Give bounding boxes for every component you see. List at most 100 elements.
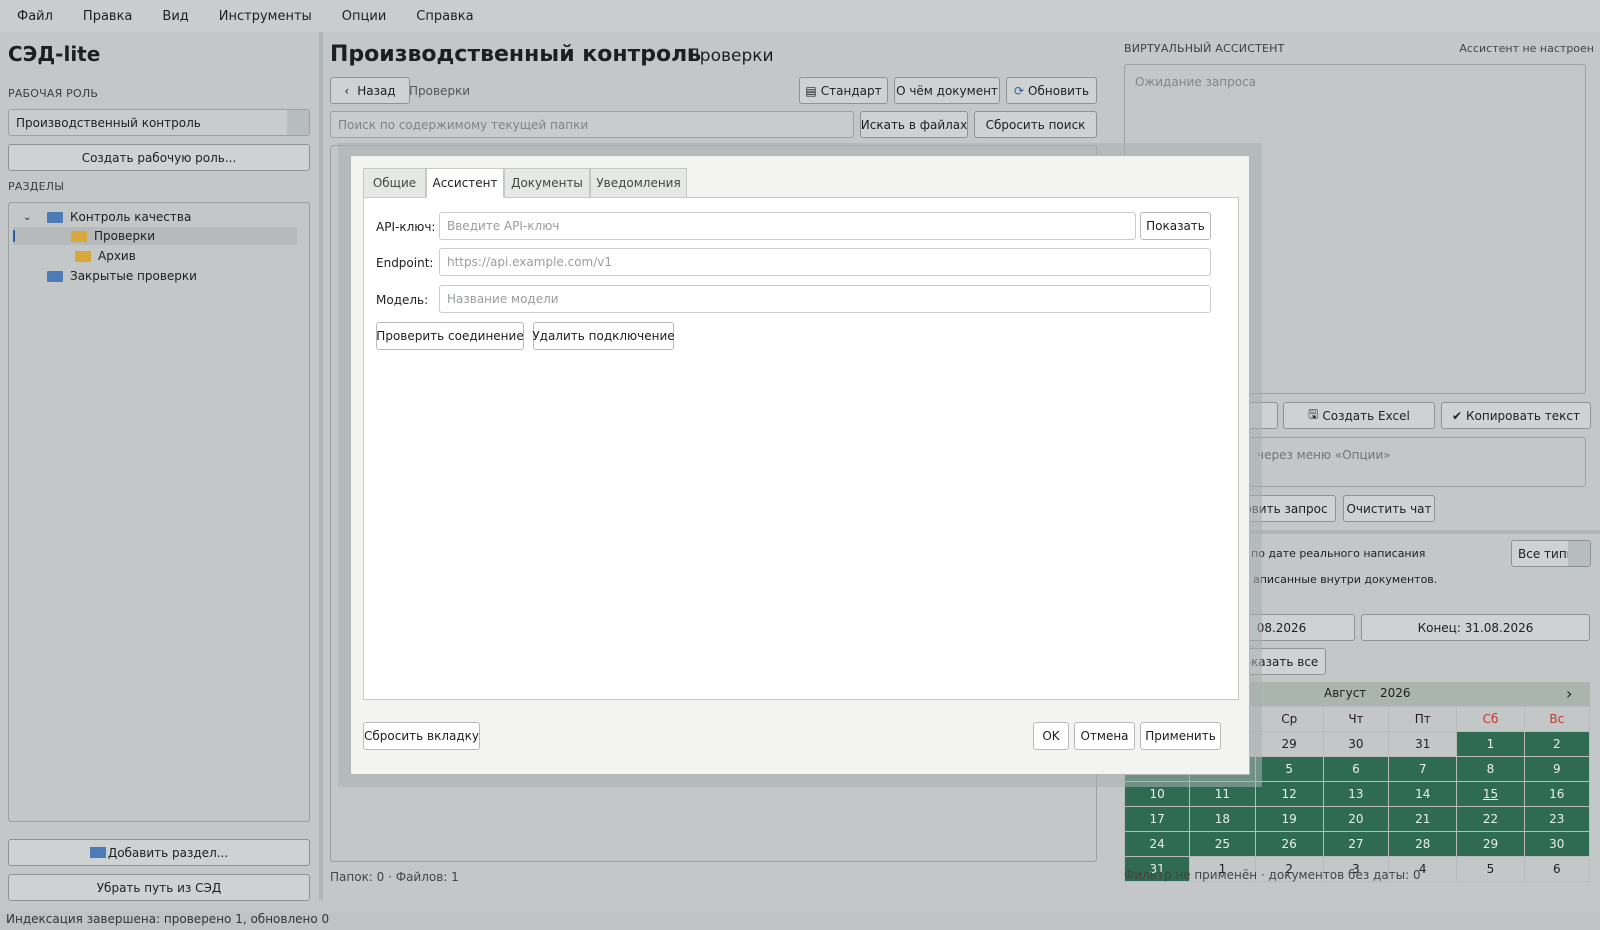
- page-subtitle: Проверки: [687, 46, 774, 66]
- export-button[interactable]: [1248, 402, 1278, 429]
- calendar-day[interactable]: 24: [1124, 831, 1191, 857]
- tree-item-quality[interactable]: ⌄ Контроль качества: [23, 208, 191, 226]
- menu-edit[interactable]: Правка: [74, 9, 141, 24]
- chevron-down-icon[interactable]: ⌄: [23, 212, 33, 223]
- calendar-day[interactable]: 30: [1523, 831, 1590, 857]
- save-icon: 🖫: [1308, 407, 1319, 421]
- endpoint-input[interactable]: https://api.example.com/v1: [439, 248, 1211, 276]
- tree-item-label: Проверки: [94, 229, 156, 243]
- model-input[interactable]: Название модели: [439, 285, 1211, 313]
- search-files-button[interactable]: Искать в файлах: [860, 111, 968, 138]
- clear-chat-button[interactable]: Очистить чат: [1343, 495, 1435, 522]
- end-date-field[interactable]: Конец: 31.08.2026: [1361, 614, 1590, 641]
- send-query-button[interactable]: овить запрос: [1236, 495, 1336, 522]
- all-types-select[interactable]: Все типы: [1511, 540, 1591, 567]
- calendar-day[interactable]: 26: [1254, 831, 1324, 857]
- api-key-label: API-ключ:: [376, 220, 436, 234]
- delete-connection-button[interactable]: Удалить подключение: [532, 322, 675, 350]
- tab-general[interactable]: Общие: [363, 168, 426, 198]
- check-connection-button[interactable]: Проверить соединение: [376, 322, 524, 350]
- settings-dialog: Общие Ассистент Документы Уведомления AP…: [350, 155, 1250, 775]
- apply-button[interactable]: Применить: [1140, 722, 1221, 750]
- calendar-day[interactable]: 23: [1523, 806, 1590, 832]
- selection-marker: [13, 230, 15, 242]
- menu-view[interactable]: Вид: [153, 9, 197, 24]
- sections-tree: ⌄ Контроль качества Проверки Архив Закры…: [8, 202, 310, 822]
- back-button[interactable]: ‹ Назад: [330, 77, 410, 104]
- calendar-day[interactable]: 7: [1388, 756, 1458, 782]
- folder-icon: [47, 211, 63, 223]
- calendar-day[interactable]: 12: [1254, 781, 1324, 807]
- calendar-day[interactable]: 30: [1322, 731, 1390, 757]
- chevron-right-icon[interactable]: ›: [1566, 684, 1572, 703]
- calendar-day[interactable]: 18: [1189, 806, 1256, 832]
- dropdown-arrow-icon: [287, 110, 309, 135]
- calendar-week: 17 18 19 20 21 22 23: [1124, 806, 1590, 832]
- calendar-day[interactable]: 8: [1456, 756, 1525, 782]
- refresh-button[interactable]: ⟳ Обновить: [1006, 77, 1097, 104]
- tab-assistant[interactable]: Ассистент: [426, 168, 504, 198]
- endpoint-label: Endpoint:: [376, 256, 434, 270]
- copy-text-button[interactable]: ✔ Копировать текст: [1441, 402, 1591, 429]
- calendar-day[interactable]: 1: [1456, 731, 1525, 757]
- calendar-day[interactable]: 19: [1254, 806, 1324, 832]
- ok-button[interactable]: OK: [1033, 722, 1069, 750]
- about-document-button[interactable]: О чём документ: [894, 77, 1000, 104]
- calendar-day[interactable]: 6: [1322, 756, 1390, 782]
- calendar-day[interactable]: 29: [1456, 831, 1525, 857]
- standard-button[interactable]: ▤ Стандарт: [799, 77, 888, 104]
- remove-path-button[interactable]: Убрать путь из СЭД: [8, 874, 310, 901]
- calendar-day[interactable]: 21: [1388, 806, 1458, 832]
- search-input[interactable]: Поиск по содержимому текущей папки: [330, 111, 854, 138]
- tree-item-closed[interactable]: Закрытые проверки: [47, 267, 197, 285]
- weekday-sun: Вс: [1523, 706, 1590, 732]
- calendar-day[interactable]: 14: [1388, 781, 1458, 807]
- calendar-day[interactable]: 25: [1189, 831, 1256, 857]
- tab-documents[interactable]: Документы: [504, 168, 590, 198]
- calendar-day[interactable]: 31: [1388, 731, 1458, 757]
- create-role-button[interactable]: Создать рабочую роль...: [8, 144, 310, 171]
- cancel-button[interactable]: Отмена: [1074, 722, 1135, 750]
- calendar-day[interactable]: 28: [1388, 831, 1458, 857]
- calendar-day[interactable]: 11: [1189, 781, 1256, 807]
- add-section-button[interactable]: Добавить раздел...: [8, 839, 310, 866]
- calendar-day[interactable]: 22: [1456, 806, 1525, 832]
- show-key-button[interactable]: Показать: [1140, 212, 1211, 240]
- back-label: Назад: [357, 83, 396, 98]
- calendar-year[interactable]: 2026: [1380, 686, 1411, 700]
- calendar-day[interactable]: 13: [1322, 781, 1390, 807]
- calendar-day[interactable]: 6: [1523, 856, 1590, 882]
- calendar-month[interactable]: Август: [1324, 686, 1366, 700]
- calendar-day[interactable]: 17: [1124, 806, 1191, 832]
- calendar-day[interactable]: 5: [1254, 756, 1324, 782]
- menu-tools[interactable]: Инструменты: [210, 9, 321, 24]
- reset-tab-button[interactable]: Сбросить вкладку: [363, 722, 480, 750]
- tree-item-checks[interactable]: Проверки: [13, 227, 297, 245]
- calendar-day[interactable]: 9: [1523, 756, 1590, 782]
- calendar-day[interactable]: 20: [1322, 806, 1390, 832]
- reset-search-button[interactable]: Сбросить поиск: [974, 111, 1097, 138]
- create-excel-button[interactable]: 🖫 Создать Excel: [1283, 402, 1435, 429]
- folder-icon: [89, 847, 106, 858]
- calendar-day[interactable]: 10: [1124, 781, 1191, 807]
- menu-help[interactable]: Справка: [407, 9, 482, 24]
- calendar-day[interactable]: 5: [1456, 856, 1525, 882]
- folder-status: Папок: 0 · Файлов: 1: [330, 870, 459, 884]
- calendar-day[interactable]: 27: [1322, 831, 1390, 857]
- calendar-day-today[interactable]: 15: [1456, 781, 1525, 807]
- tree-item-archive[interactable]: Архив: [75, 247, 136, 265]
- folder-icon: [71, 230, 87, 242]
- menu-options[interactable]: Опции: [333, 9, 395, 24]
- assistant-settings-panel: API-ключ: Введите API-ключ Показать Endp…: [363, 197, 1239, 700]
- breadcrumb: Проверки: [409, 84, 471, 98]
- calendar-day[interactable]: 29: [1254, 731, 1324, 757]
- calendar-day[interactable]: 16: [1523, 781, 1590, 807]
- menu-file[interactable]: Файл: [8, 9, 62, 24]
- api-key-input[interactable]: Введите API-ключ: [439, 212, 1136, 240]
- checkmark-icon: ✔: [1451, 408, 1463, 423]
- role-select[interactable]: Производственный контроль: [8, 109, 310, 136]
- chat-placeholder: Ожидание запроса: [1135, 75, 1257, 89]
- standard-label: Стандарт: [820, 83, 882, 98]
- tab-notifications[interactable]: Уведомления: [590, 168, 687, 198]
- calendar-day[interactable]: 2: [1523, 731, 1590, 757]
